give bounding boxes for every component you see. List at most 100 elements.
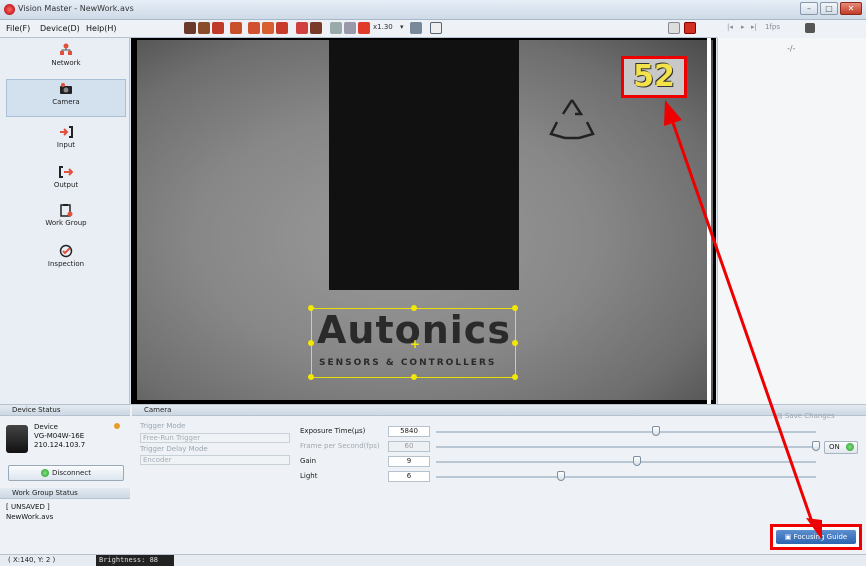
- sidebar-item-input[interactable]: Input: [6, 122, 126, 160]
- close-button[interactable]: ✕: [840, 2, 862, 15]
- light-toggle-label: ON: [829, 443, 840, 451]
- disconnect-label: Disconnect: [52, 469, 91, 477]
- status-bar: ( X:140, Y: 2 ) Brightness: 88: [0, 554, 866, 566]
- input-arrow-icon: [60, 126, 73, 138]
- layout-icon[interactable]: [430, 22, 442, 34]
- capture-icon[interactable]: [805, 23, 815, 33]
- work-group-info: [ UNSAVED ] NewWork.avs: [6, 502, 53, 522]
- connected-icon: [41, 469, 50, 477]
- fps-slider[interactable]: [436, 446, 816, 448]
- zoom-dropdown-icon[interactable]: ▾: [400, 23, 404, 31]
- play-icon[interactable]: ▸: [741, 23, 745, 31]
- light-input[interactable]: 6: [388, 471, 430, 482]
- sidebar-item-inspection[interactable]: Inspection: [6, 241, 126, 279]
- sidebar-item-label: Input: [56, 141, 76, 149]
- camera-icon: [60, 83, 72, 94]
- settings-c-icon[interactable]: [276, 22, 288, 34]
- work-group-state: [ UNSAVED ]: [6, 503, 50, 511]
- zoom-level[interactable]: x1.30: [373, 23, 393, 31]
- trigger-mode-select[interactable]: Free-Run Trigger: [140, 433, 290, 443]
- device-info: Device VG-M04W-16E 210.124.103.7: [4, 421, 126, 461]
- exposure-label: Exposure Time(μs): [300, 427, 366, 435]
- last-frame-icon[interactable]: ▸|: [751, 23, 757, 31]
- result-placeholder: -/-: [787, 44, 796, 53]
- zoom-in-icon[interactable]: [330, 22, 342, 34]
- exposure-slider-thumb[interactable]: [652, 426, 661, 436]
- zoom-fit-icon[interactable]: [358, 22, 370, 34]
- fps-select[interactable]: 1fps: [765, 23, 780, 31]
- sidebar-item-camera[interactable]: Camera: [6, 79, 126, 117]
- exposure-slider[interactable]: [436, 431, 816, 433]
- roi-handle[interactable]: [512, 340, 518, 346]
- record-icon[interactable]: [212, 22, 224, 34]
- trigger-delay-select[interactable]: Encoder: [140, 455, 290, 465]
- roi-handle[interactable]: [512, 374, 518, 380]
- work-group-file: NewWork.avs: [6, 513, 54, 521]
- alarm-icon[interactable]: [296, 22, 308, 34]
- alarm-b-icon[interactable]: [310, 22, 322, 34]
- focusing-guide-button[interactable]: ▣ Focusing Guide: [776, 530, 856, 544]
- open-camera-icon[interactable]: [184, 22, 196, 34]
- camera-panel-header: Camera: [132, 405, 866, 416]
- gain-input[interactable]: 9: [388, 456, 430, 467]
- playback-toolbar: |◂ ▸ ▸| 1fps: [717, 20, 866, 38]
- device-status-title: Device Status: [12, 406, 61, 414]
- work-group-status-title: Work Group Status: [12, 489, 78, 497]
- first-frame-icon[interactable]: |◂: [727, 23, 733, 31]
- roi-handle[interactable]: [308, 374, 314, 380]
- settings-b-icon[interactable]: [262, 22, 274, 34]
- save-icon: ▤: [776, 412, 785, 420]
- zoom-out-icon[interactable]: [344, 22, 356, 34]
- save-camera-icon[interactable]: [198, 22, 210, 34]
- gain-slider-thumb[interactable]: [633, 456, 642, 466]
- recycle-icon: [549, 99, 595, 140]
- sidebar-item-label: Camera: [52, 98, 80, 106]
- exposure-input[interactable]: 5840: [388, 426, 430, 437]
- image-viewer[interactable]: Autonics SENSORS & CONTROLLERS + 52: [131, 38, 716, 404]
- sidebar: Network Camera Input Output Work Group I…: [0, 38, 130, 404]
- device-status-header: Device Status: [0, 405, 130, 416]
- gain-label: Gain: [300, 457, 317, 465]
- fps-input[interactable]: 60: [388, 441, 430, 452]
- save-changes-button[interactable]: ▤ Save Changes: [776, 412, 835, 420]
- roi-handle[interactable]: [308, 340, 314, 346]
- sidebar-item-label: Network: [51, 59, 81, 67]
- light-slider[interactable]: [436, 476, 816, 478]
- maximize-button[interactable]: □: [820, 2, 838, 15]
- roi-center-icon[interactable]: +: [410, 337, 420, 351]
- gain-slider[interactable]: [436, 461, 816, 463]
- light-slider-thumb[interactable]: [557, 471, 566, 481]
- focusing-guide-label: Focusing Guide: [793, 533, 848, 541]
- settings-a-icon[interactable]: [248, 22, 260, 34]
- roi-handle[interactable]: [512, 305, 518, 311]
- disconnect-button[interactable]: Disconnect: [8, 465, 124, 481]
- panel-toggle-icon[interactable]: [668, 22, 680, 34]
- menu-help[interactable]: Help(H): [86, 24, 117, 33]
- display-icon[interactable]: [410, 22, 422, 34]
- title-bar: Vision Master - NewWork.avs – □ ✕: [0, 0, 866, 20]
- sidebar-item-network[interactable]: Network: [6, 40, 126, 78]
- save-changes-label: Save Changes: [784, 412, 835, 420]
- roi-box[interactable]: +: [308, 305, 518, 380]
- minimize-button[interactable]: –: [800, 2, 818, 15]
- brightness-readout: Brightness: 88: [96, 555, 174, 566]
- menu-device[interactable]: Device(D): [40, 24, 80, 33]
- sidebar-item-work-group[interactable]: Work Group: [6, 200, 126, 238]
- dark-region: [329, 40, 519, 290]
- fps-slider-thumb[interactable]: [812, 441, 820, 451]
- light-label: Light: [300, 472, 318, 480]
- sidebar-item-output[interactable]: Output: [6, 162, 126, 200]
- camera-panel-title: Camera: [144, 406, 172, 414]
- image-edge: [707, 38, 711, 404]
- roi-handle[interactable]: [308, 305, 314, 311]
- roi-handle[interactable]: [411, 305, 417, 311]
- device-model: VG-M04W-16E: [34, 432, 85, 440]
- light-toggle-button[interactable]: ON: [824, 441, 858, 454]
- cursor-coords: ( X:140, Y: 2 ): [8, 556, 56, 564]
- clipboard-icon: [60, 204, 73, 217]
- output-arrow-icon: [59, 166, 73, 178]
- live-view-icon[interactable]: [684, 22, 696, 34]
- grab-icon[interactable]: [230, 22, 242, 34]
- menu-file[interactable]: File(F): [6, 24, 30, 33]
- roi-handle[interactable]: [411, 374, 417, 380]
